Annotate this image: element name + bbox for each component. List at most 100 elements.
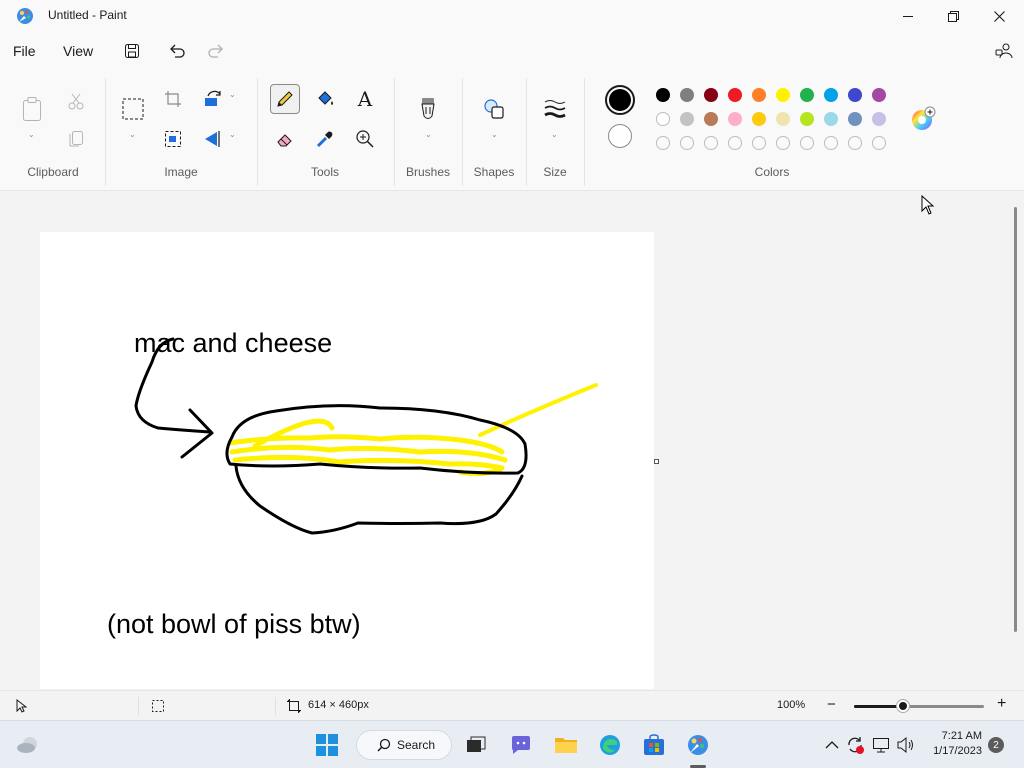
zoom-percentage[interactable]: 100% xyxy=(777,699,805,711)
color-swatch[interactable] xyxy=(776,112,790,126)
color-swatch[interactable] xyxy=(752,88,766,102)
shapes-button[interactable] xyxy=(479,94,509,124)
rotate-chevron-icon[interactable]: ⌄ xyxy=(229,90,236,99)
file-explorer-button[interactable] xyxy=(554,733,578,757)
edge-browser-button[interactable] xyxy=(598,733,622,757)
rotate-button[interactable] xyxy=(198,84,228,114)
edit-colors-button[interactable] xyxy=(908,104,938,134)
paint-app-icon xyxy=(17,8,33,24)
size-button[interactable] xyxy=(540,94,570,124)
fill-tool-button[interactable] xyxy=(310,84,340,114)
color-swatch[interactable] xyxy=(680,112,694,126)
secondary-color-selector[interactable] xyxy=(608,124,632,148)
eraser-tool-button[interactable] xyxy=(270,124,300,154)
size-chevron-icon[interactable]: ⌄ xyxy=(551,130,558,139)
paste-button[interactable] xyxy=(17,94,47,124)
resize-button[interactable] xyxy=(158,124,188,154)
canvas-resize-handle[interactable] xyxy=(654,459,659,464)
color-swatch[interactable] xyxy=(872,88,886,102)
color-swatch[interactable] xyxy=(848,112,862,126)
cut-button[interactable] xyxy=(61,86,91,116)
color-swatch[interactable] xyxy=(704,88,718,102)
custom-color-slot[interactable] xyxy=(872,136,886,150)
minimize-button[interactable] xyxy=(885,0,931,32)
weather-widget[interactable] xyxy=(16,733,40,757)
view-menu[interactable]: View xyxy=(63,43,93,59)
magnifier-tool-button[interactable] xyxy=(350,124,380,154)
crop-button[interactable] xyxy=(158,84,188,114)
color-swatch[interactable] xyxy=(656,112,670,126)
update-status-button[interactable] xyxy=(843,733,867,757)
system-clock[interactable]: 7:21 AM 1/17/2023 xyxy=(928,729,982,759)
custom-color-slot[interactable] xyxy=(680,136,694,150)
save-button[interactable] xyxy=(121,40,143,62)
undo-icon xyxy=(170,44,185,58)
show-hidden-icons-button[interactable] xyxy=(820,733,844,757)
redo-button[interactable] xyxy=(205,40,227,62)
ribbon-divider xyxy=(462,78,463,186)
select-chevron-icon[interactable]: ⌄ xyxy=(129,130,136,139)
color-swatch[interactable] xyxy=(656,88,670,102)
task-view-button[interactable] xyxy=(464,733,488,757)
color-swatch[interactable] xyxy=(872,112,886,126)
paint-taskbar-button[interactable] xyxy=(686,733,710,757)
fill-bucket-icon xyxy=(318,91,333,105)
select-button[interactable] xyxy=(118,94,148,124)
custom-color-slot[interactable] xyxy=(704,136,718,150)
vertical-scrollbar[interactable] xyxy=(1014,207,1017,632)
text-tool-button[interactable]: A xyxy=(350,84,380,114)
primary-color-selector[interactable] xyxy=(605,85,635,115)
color-swatch[interactable] xyxy=(800,88,814,102)
color-swatch[interactable] xyxy=(680,88,694,102)
color-swatch[interactable] xyxy=(704,112,718,126)
task-view-icon xyxy=(467,736,486,752)
custom-color-slot[interactable] xyxy=(848,136,862,150)
title-bar: Untitled - Paint xyxy=(0,0,1024,32)
cursor-position-icon xyxy=(16,699,27,713)
color-swatch[interactable] xyxy=(728,88,742,102)
brushes-button[interactable] xyxy=(413,94,443,124)
account-button[interactable] xyxy=(993,40,1015,62)
taskbar-search[interactable]: Search xyxy=(356,730,452,760)
color-swatch[interactable] xyxy=(800,112,814,126)
custom-color-slot[interactable] xyxy=(656,136,670,150)
custom-color-slot[interactable] xyxy=(728,136,742,150)
color-swatch[interactable] xyxy=(752,112,766,126)
start-button[interactable] xyxy=(315,733,339,757)
zoom-slider[interactable] xyxy=(854,705,984,708)
network-button[interactable] xyxy=(870,733,894,757)
teams-chat-button[interactable] xyxy=(509,733,533,757)
custom-color-slot[interactable] xyxy=(824,136,838,150)
flip-chevron-icon[interactable]: ⌄ xyxy=(229,130,236,139)
close-button[interactable] xyxy=(976,0,1022,32)
color-swatch[interactable] xyxy=(848,88,862,102)
color-picker-tool-button[interactable] xyxy=(310,124,340,154)
color-swatch[interactable] xyxy=(824,88,838,102)
volume-button[interactable] xyxy=(894,733,918,757)
pencil-tool-button[interactable] xyxy=(270,84,300,114)
drawing-canvas[interactable]: mac and cheese (not bowl of piss btw) xyxy=(40,232,654,689)
shapes-chevron-icon[interactable]: ⌄ xyxy=(491,130,498,139)
notification-badge[interactable]: 2 xyxy=(988,737,1004,753)
brushes-chevron-icon[interactable]: ⌄ xyxy=(425,130,432,139)
custom-color-slot[interactable] xyxy=(776,136,790,150)
shapes-group-label: Shapes xyxy=(473,165,515,179)
cloud-icon xyxy=(17,737,37,753)
file-menu[interactable]: File xyxy=(13,43,36,59)
microsoft-store-button[interactable] xyxy=(642,733,666,757)
restore-button[interactable] xyxy=(930,0,976,32)
flip-button[interactable] xyxy=(198,124,228,154)
color-swatch[interactable] xyxy=(776,88,790,102)
workspace: mac and cheese (not bowl of piss btw) xyxy=(0,191,1016,690)
custom-color-slot[interactable] xyxy=(752,136,766,150)
paste-chevron-icon[interactable]: ⌄ xyxy=(28,130,35,139)
custom-color-slot[interactable] xyxy=(800,136,814,150)
color-swatch[interactable] xyxy=(824,112,838,126)
zoom-out-button[interactable]: − xyxy=(827,696,836,713)
zoom-in-button[interactable]: + xyxy=(997,695,1006,713)
zoom-slider-thumb[interactable] xyxy=(897,700,910,712)
undo-button[interactable] xyxy=(166,40,188,62)
color-swatch[interactable] xyxy=(728,112,742,126)
search-icon xyxy=(377,738,391,752)
copy-button[interactable] xyxy=(61,124,91,154)
